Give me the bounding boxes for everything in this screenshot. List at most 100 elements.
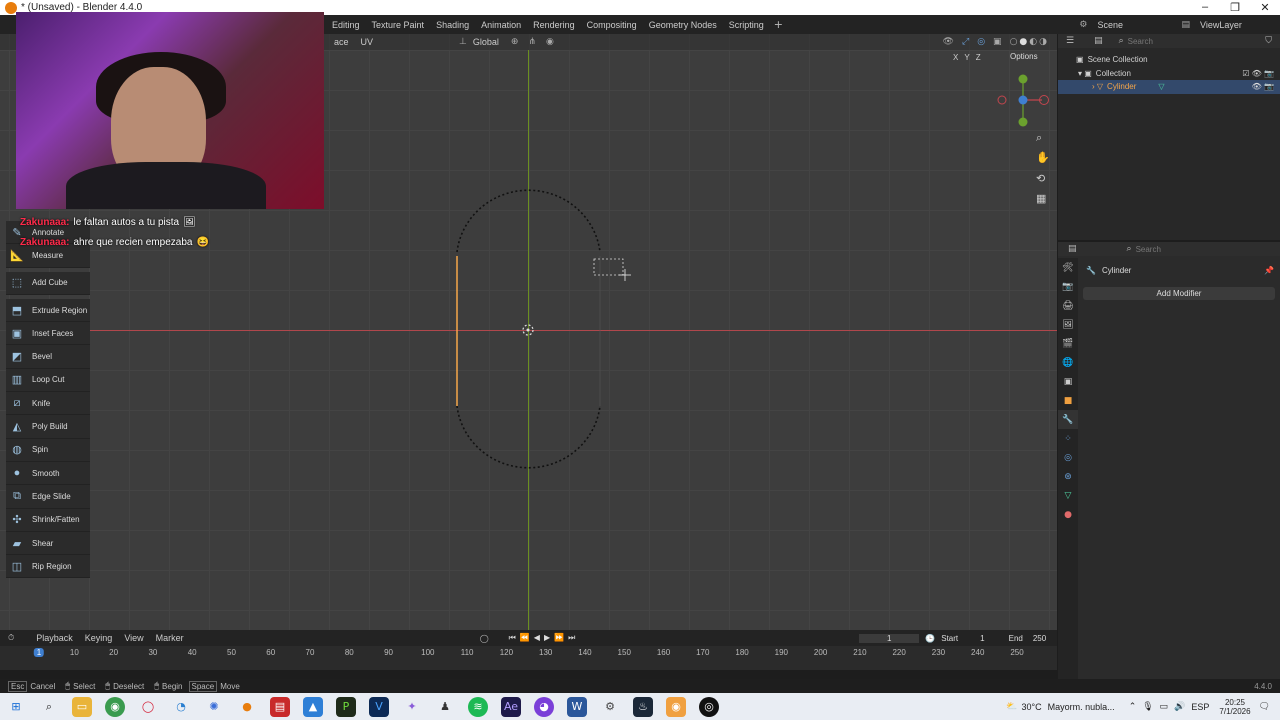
tab-scripting[interactable]: Scripting [723,20,770,30]
chat-app-icon[interactable]: ◕ [534,696,554,717]
edge-icon[interactable]: ◔ [171,697,191,717]
keying-menu[interactable]: Keying [79,633,119,643]
app-icon[interactable]: ♟ [435,697,455,717]
tool-shrink-fatten[interactable]: ✣ Shrink/Fatten [6,508,90,532]
view-layer-selector[interactable]: ViewLayer [1194,20,1280,30]
properties-editor-icon[interactable]: ▤ [1068,244,1077,254]
current-frame-field[interactable]: 1 [859,633,920,643]
maximize-button[interactable]: ❐ [1220,1,1250,14]
windows-start-icon[interactable]: ⊞ [6,697,26,717]
tab-texture-paint[interactable]: Texture Paint [366,20,431,30]
add-modifier-button[interactable]: Add Modifier [1083,287,1275,300]
minimize-button[interactable]: – [1190,1,1220,14]
tool-edge-slide[interactable]: ⧉ Edge Slide [6,485,90,509]
search-icon[interactable]: ⌕ [39,697,59,717]
scene-selector[interactable]: Scene [1091,20,1181,30]
close-button[interactable]: ✕ [1250,1,1280,14]
tab-geometry-nodes[interactable]: Geometry Nodes [643,20,723,30]
collection-tab-icon[interactable]: ▣ [1058,372,1078,391]
mesh-bottom-arc[interactable] [456,405,601,469]
marker-menu[interactable]: Marker [150,633,190,643]
render-tab-icon[interactable]: 📷 [1058,277,1078,296]
filter-icon[interactable]: ⛉ [1265,36,1272,46]
end-frame-field[interactable]: 250 [1033,634,1046,643]
view-menu[interactable]: View [118,633,149,643]
keyframe-record-icon[interactable]: ◯ [480,634,489,643]
outliner-row-scene-collection[interactable]: ▣ Scene Collection [1058,53,1280,67]
constraints-tab-icon[interactable]: ⊛ [1058,467,1078,486]
app-icon[interactable]: ✺ [204,697,224,717]
spotify-icon[interactable]: ≋ [468,696,488,717]
output-tab-icon[interactable]: 🖨 [1058,296,1078,315]
view-layer-tab-icon[interactable]: 🖼 [1058,315,1078,334]
start-frame-field[interactable]: 1 [980,634,984,643]
tool-shear[interactable]: ▰ Shear [6,531,90,556]
playback-controls[interactable]: ⏮⏪◀▶⏩⏭ [509,633,580,643]
camera-view-icon[interactable]: ⟲ [1036,173,1045,185]
data-tab-icon[interactable]: ▽ [1058,486,1078,505]
gizmo-y-axis-icon[interactable] [1018,74,1028,84]
network-icon[interactable]: ▭ [1160,701,1169,712]
tool-poly-build[interactable]: ◭ Poly Build [6,415,90,439]
video-app-icon[interactable]: ▤ [270,696,290,717]
photos-icon[interactable]: ▲ [303,696,323,717]
tab-compositing[interactable]: Compositing [581,20,643,30]
file-explorer-icon[interactable]: ▭ [72,696,92,717]
volume-icon[interactable]: 🔊 [1174,701,1185,712]
display-mode-icon[interactable]: ▤ [1094,36,1103,46]
pin-icon[interactable]: 📌 [1264,266,1274,275]
app-icon[interactable]: ✦ [402,697,422,717]
scene-tab-icon[interactable]: 🎬 [1058,334,1078,353]
visibility-eye-icon[interactable]: 👁 📷 [1252,82,1274,91]
zoom-icon[interactable]: ⌕ [1036,132,1042,144]
pycharm-icon[interactable]: P [336,696,356,717]
vscode-icon[interactable]: V [369,696,389,717]
tool-knife[interactable]: ⧄ Knife [6,392,90,416]
outliner-search-input[interactable]: Search [1128,37,1198,46]
pan-hand-icon[interactable]: ✋ [1036,151,1050,164]
physics-tab-icon[interactable]: ◎ [1058,448,1078,467]
tool-rip-region[interactable]: ◫ Rip Region [6,555,90,579]
tool-smooth[interactable]: ● Smooth [6,461,90,486]
outliner-row-collection[interactable]: ▾ ▣ Collection ☑ 👁 📷 [1058,67,1280,81]
chrome-icon[interactable]: ◉ [105,696,125,717]
after-effects-icon[interactable]: Ae [501,696,521,717]
playback-menu[interactable]: Playback [30,633,79,643]
steam-icon[interactable]: ♨ [633,696,653,717]
app-icon[interactable]: ⚙ [600,697,620,717]
timeline-ruler[interactable]: 1 10 20 30 40 50 60 70 80 90 100 110 120 130 140 150 160… [0,646,1057,662]
world-tab-icon[interactable]: 🌐 [1058,353,1078,372]
properties-search-input[interactable]: Search [1136,245,1206,254]
input-language[interactable]: ESP [1191,702,1209,712]
tool-loop-cut[interactable]: ▥ Loop Cut [6,368,90,393]
object-tab-icon[interactable]: ■ [1058,391,1078,410]
tab-editing[interactable]: Editing [326,20,366,30]
blender-active-icon[interactable]: ◉ [666,696,686,717]
opera-icon[interactable]: ◯ [138,697,158,717]
add-workspace-button[interactable]: + [770,18,787,31]
timeline-editor-icon[interactable]: ⏱ [8,633,14,643]
timeline-playhead[interactable]: 1 [33,648,45,657]
microphone-icon[interactable]: 🎙 [1142,701,1153,712]
modifier-tab-icon[interactable]: 🔧 [1058,410,1078,429]
visibility-eye-icon[interactable]: ☑ 👁 📷 [1242,69,1274,78]
particles-tab-icon[interactable]: ⁘ [1058,429,1078,448]
material-tab-icon[interactable]: ● [1058,505,1078,524]
obs-icon[interactable]: ◎ [699,696,719,717]
gizmo-neg-x-icon[interactable] [997,95,1007,105]
tool-spin[interactable]: ◍ Spin [6,438,90,462]
tool-tab-icon[interactable]: 🛠 [1058,258,1078,277]
gizmo-z-axis-icon[interactable] [1018,95,1028,105]
tray-expand-icon[interactable]: ⌃ [1129,701,1137,712]
tab-rendering[interactable]: Rendering [527,20,581,30]
tool-extrude-region[interactable]: ⬒ Extrude Region [6,298,90,323]
notification-icon[interactable]: 🗨 [1259,701,1270,712]
word-icon[interactable]: W [567,696,587,717]
navigation-gizmo[interactable] [997,74,1049,127]
ortho-grid-icon[interactable]: ▦ [1036,193,1046,205]
blender-taskbar-icon[interactable]: ● [237,697,257,717]
tool-inset-faces[interactable]: ▣ Inset Faces [6,322,90,346]
tab-animation[interactable]: Animation [475,20,527,30]
tab-shading[interactable]: Shading [430,20,475,30]
tool-bevel[interactable]: ◩ Bevel [6,345,90,369]
